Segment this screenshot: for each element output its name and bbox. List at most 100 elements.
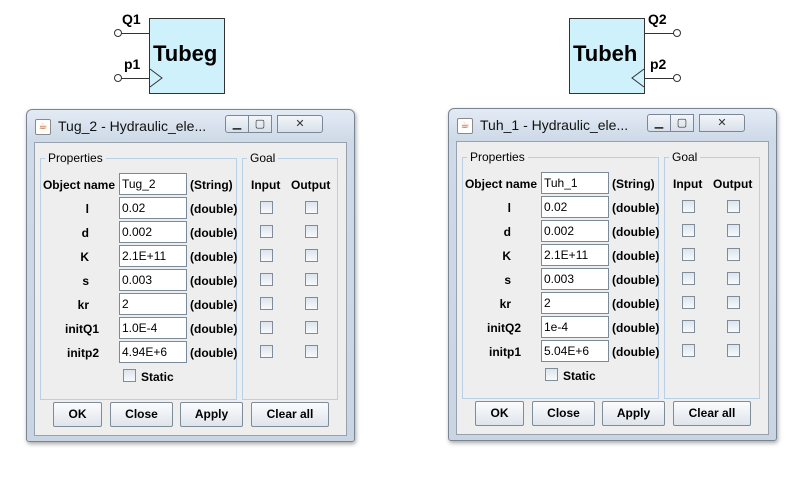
title-bar[interactable]: ☕ Tug_2 - Hydraulic_ele... ▁ ▢ ✕ [27,110,354,142]
port-q2-line [645,33,674,34]
object-name-label: Object name [42,178,115,192]
output-checkbox-k[interactable] [727,248,740,261]
tug2-properties-dialog[interactable]: ☕ Tug_2 - Hydraulic_ele... ▁ ▢ ✕ Propert… [26,109,355,442]
clear-all-button[interactable]: Clear all [673,401,751,426]
param-label-initp2: initp2 [67,346,99,360]
param-label-d: d [81,226,89,240]
input-checkbox-s[interactable] [260,273,273,286]
param-type-d: (double) [190,226,238,240]
object-name-type: (String) [612,177,655,191]
title-bar[interactable]: ☕ Tuh_1 - Hydraulic_ele... ▁ ▢ ✕ [449,109,776,141]
output-checkbox-d[interactable] [305,225,318,238]
input-port-arrow-icon [149,68,163,88]
minimize-button[interactable]: ▁ [225,115,249,133]
output-checkbox-k[interactable] [305,249,318,262]
param-input-d[interactable] [541,220,609,242]
param-input-initp2[interactable] [119,341,187,363]
java-app-icon: ☕ [35,119,51,135]
port-p1-label: p1 [124,56,141,72]
output-checkbox-kr[interactable] [305,297,318,310]
minimize-button[interactable]: ▁ [647,114,671,132]
window-title: Tug_2 - Hydraulic_ele... [58,118,207,134]
port-p2-line [645,78,674,79]
param-input-d[interactable] [119,221,187,243]
clear-all-button[interactable]: Clear all [251,402,329,427]
static-label: Static [563,369,596,383]
param-type-initq1: (double) [190,322,238,336]
param-label-k: K [502,249,511,263]
param-type-initp2: (double) [190,346,238,360]
close-window-button[interactable]: ✕ [277,115,323,133]
object-name-input[interactable] [541,172,609,194]
ok-button[interactable]: OK [53,402,102,427]
static-checkbox[interactable] [545,368,558,381]
static-checkbox[interactable] [123,369,136,382]
param-label-kr: kr [77,298,89,312]
port-q1-label: Q1 [122,11,141,27]
maximize-button[interactable]: ▢ [248,115,272,133]
maximize-button[interactable]: ▢ [670,114,694,132]
output-checkbox-l[interactable] [305,201,318,214]
input-port-arrow-icon [631,68,645,88]
param-input-kr[interactable] [119,293,187,315]
param-input-k[interactable] [119,245,187,267]
block-title: Tubeh [573,41,638,66]
param-type-d: (double) [612,225,660,239]
object-name-label: Object name [464,177,537,191]
apply-button[interactable]: Apply [180,402,243,427]
input-checkbox-kr[interactable] [260,297,273,310]
ok-button[interactable]: OK [475,401,524,426]
param-label-k: K [80,250,89,264]
port-q2-label: Q2 [648,11,667,27]
input-checkbox-kr[interactable] [682,296,695,309]
window-title: Tuh_1 - Hydraulic_ele... [480,117,629,133]
goal-legend: Goal [672,150,698,164]
param-input-initq1[interactable] [119,317,187,339]
input-checkbox-initq2[interactable] [682,320,695,333]
input-checkbox-k[interactable] [260,249,273,262]
param-label-initq1: initQ1 [64,322,99,336]
param-input-k[interactable] [541,244,609,266]
input-checkbox-initp2[interactable] [260,345,273,358]
input-checkbox-d[interactable] [682,224,695,237]
input-checkbox-l[interactable] [260,201,273,214]
input-checkbox-k[interactable] [682,248,695,261]
output-checkbox-initq1[interactable] [305,321,318,334]
param-input-initq2[interactable] [541,316,609,338]
port-p2-label: p2 [650,56,667,72]
tuh1-properties-dialog[interactable]: ☕ Tuh_1 - Hydraulic_ele... ▁ ▢ ✕ Propert… [448,108,777,441]
input-column-header: Input [673,177,703,191]
param-input-s[interactable] [541,268,609,290]
output-checkbox-kr[interactable] [727,296,740,309]
param-input-kr[interactable] [541,292,609,314]
output-column-header: Output [713,177,753,191]
param-input-l[interactable] [119,197,187,219]
close-button[interactable]: Close [110,402,173,427]
output-checkbox-s[interactable] [305,273,318,286]
static-label: Static [141,370,174,384]
param-type-s: (double) [612,273,660,287]
output-checkbox-initp2[interactable] [305,345,318,358]
input-checkbox-l[interactable] [682,200,695,213]
param-input-initp1[interactable] [541,340,609,362]
output-checkbox-initp1[interactable] [727,344,740,357]
output-checkbox-d[interactable] [727,224,740,237]
param-input-s[interactable] [119,269,187,291]
apply-button[interactable]: Apply [602,401,665,426]
port-q2-dot-icon[interactable] [673,29,681,37]
input-checkbox-d[interactable] [260,225,273,238]
output-checkbox-initq2[interactable] [727,320,740,333]
port-p2-dot-icon[interactable] [673,74,681,82]
close-button[interactable]: Close [532,401,595,426]
object-name-input[interactable] [119,173,187,195]
close-window-button[interactable]: ✕ [699,114,745,132]
input-checkbox-initp1[interactable] [682,344,695,357]
properties-legend: Properties [470,150,525,164]
dialog-content: Properties Goal Input Output Object name… [456,141,769,435]
param-input-l[interactable] [541,196,609,218]
param-label-s: s [504,273,511,287]
output-checkbox-s[interactable] [727,272,740,285]
input-checkbox-initq1[interactable] [260,321,273,334]
input-checkbox-s[interactable] [682,272,695,285]
output-checkbox-l[interactable] [727,200,740,213]
